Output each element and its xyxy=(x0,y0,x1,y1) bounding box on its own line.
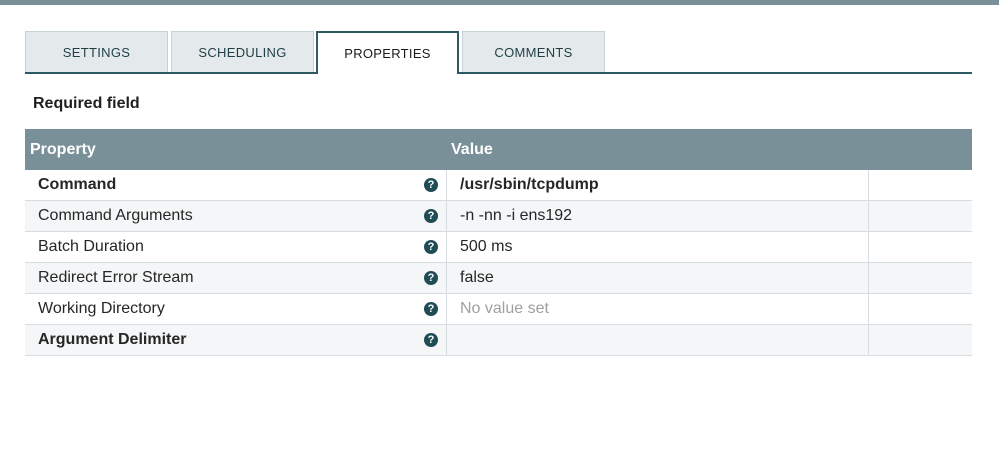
table-row[interactable]: Argument Delimiter ? xyxy=(25,325,972,356)
help-icon[interactable]: ? xyxy=(424,333,438,347)
tab-comments[interactable]: COMMENTS xyxy=(462,31,605,72)
help-icon[interactable]: ? xyxy=(424,178,438,192)
column-divider xyxy=(868,170,869,200)
column-divider xyxy=(868,232,869,262)
column-divider xyxy=(868,325,869,355)
help-icon[interactable]: ? xyxy=(424,240,438,254)
property-value[interactable]: 500 ms xyxy=(460,238,512,256)
column-divider xyxy=(868,201,869,231)
column-divider xyxy=(446,325,447,355)
table-row[interactable]: Command ? /usr/sbin/tcpdump xyxy=(25,170,972,201)
property-name: Command xyxy=(38,176,117,193)
property-value[interactable]: false xyxy=(460,269,494,287)
column-divider xyxy=(446,294,447,324)
property-name: Argument Delimiter xyxy=(38,331,187,348)
property-name: Batch Duration xyxy=(38,238,144,255)
help-icon[interactable]: ? xyxy=(424,271,438,285)
property-value[interactable]: /usr/sbin/tcpdump xyxy=(460,176,599,194)
property-name: Redirect Error Stream xyxy=(38,269,194,286)
required-field-legend: Required field xyxy=(33,95,140,112)
property-name: Working Directory xyxy=(38,300,165,317)
tab-scheduling[interactable]: SCHEDULING xyxy=(171,31,314,72)
column-divider xyxy=(868,263,869,293)
column-divider xyxy=(868,294,869,324)
tab-settings[interactable]: SETTINGS xyxy=(25,31,168,72)
table-header: Property Value xyxy=(25,129,972,170)
tab-bar: SETTINGS SCHEDULING PROPERTIES COMMENTS xyxy=(25,31,972,74)
help-icon[interactable]: ? xyxy=(424,302,438,316)
table-row[interactable]: Redirect Error Stream ? false xyxy=(25,263,972,294)
table-row[interactable]: Working Directory ? No value set xyxy=(25,294,972,325)
property-name: Command Arguments xyxy=(38,207,193,224)
column-divider xyxy=(446,170,447,200)
tab-properties[interactable]: PROPERTIES xyxy=(316,31,459,74)
properties-table: Property Value Command ? /usr/sbin/tcpdu… xyxy=(25,129,972,356)
column-divider xyxy=(446,263,447,293)
help-icon[interactable]: ? xyxy=(424,209,438,223)
top-bar xyxy=(0,0,999,5)
table-row[interactable]: Batch Duration ? 500 ms xyxy=(25,232,972,263)
property-value[interactable]: -n -nn -i ens192 xyxy=(460,207,572,225)
property-value-placeholder[interactable]: No value set xyxy=(460,300,549,318)
column-header-property[interactable]: Property xyxy=(30,141,96,159)
table-row[interactable]: Command Arguments ? -n -nn -i ens192 xyxy=(25,201,972,232)
column-divider xyxy=(446,201,447,231)
column-divider xyxy=(446,232,447,262)
column-header-value[interactable]: Value xyxy=(451,141,493,159)
